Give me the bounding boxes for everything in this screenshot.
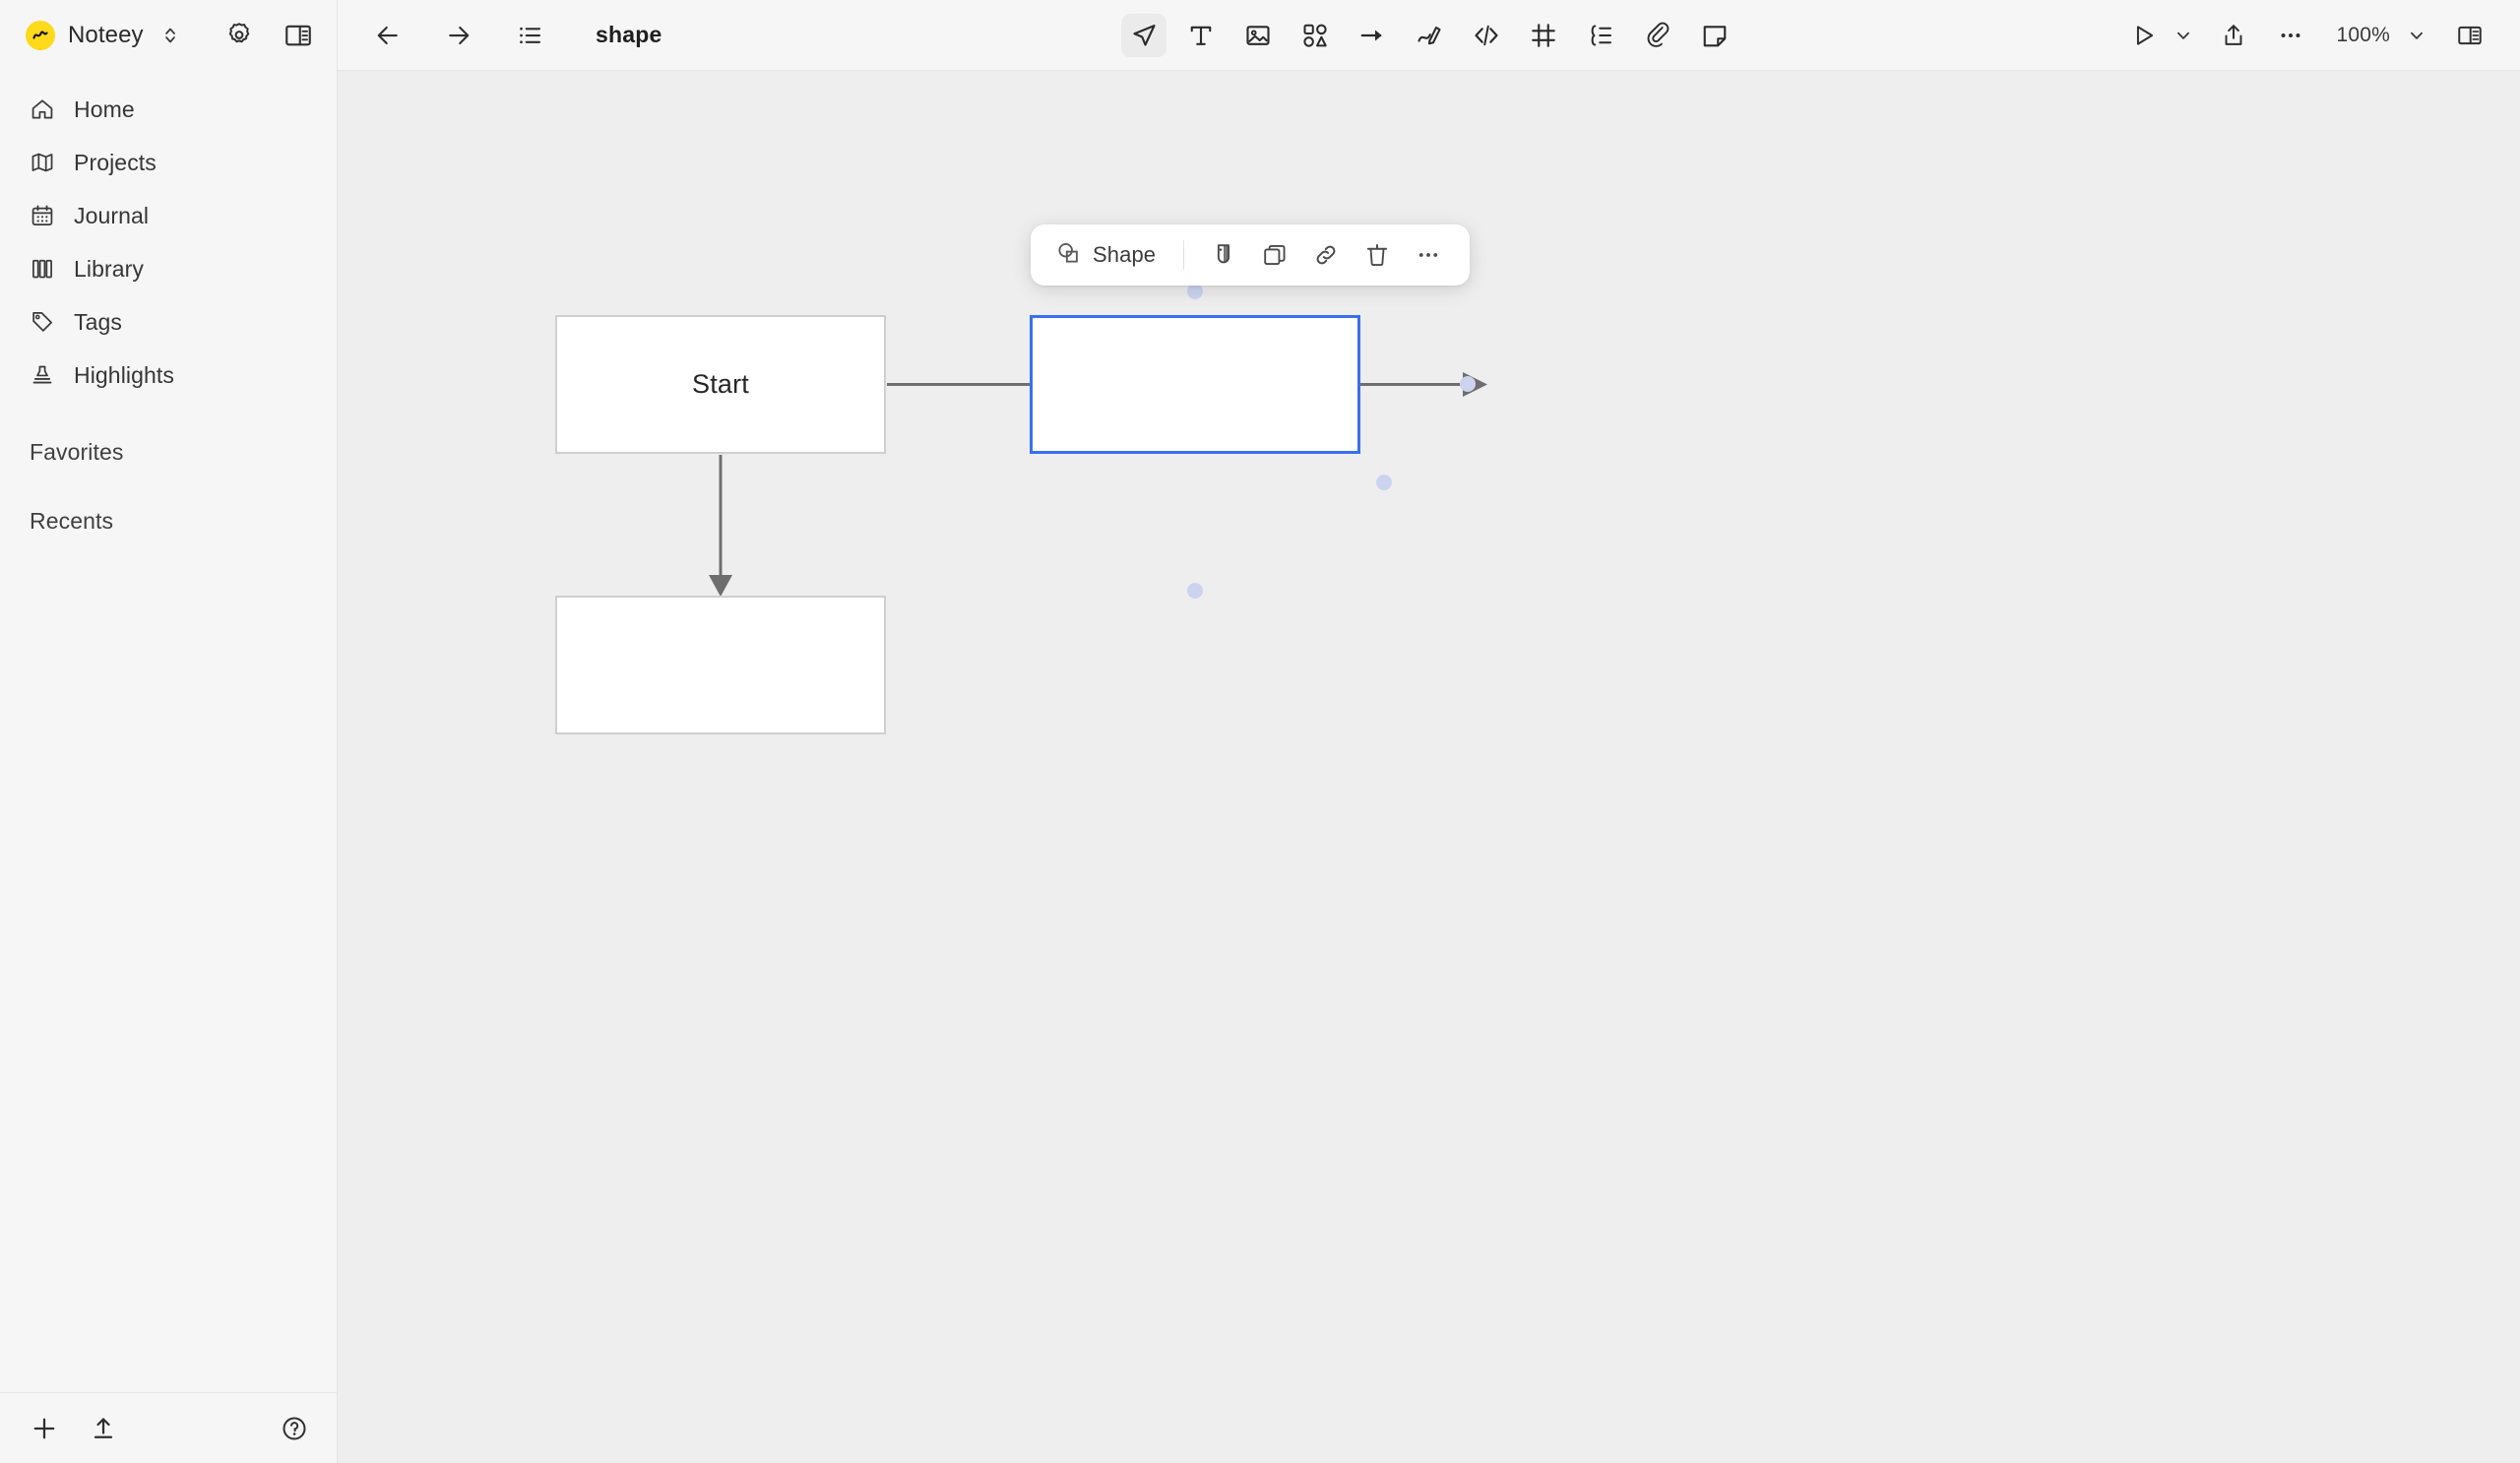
- home-icon: [30, 96, 55, 122]
- arrow-right-icon[interactable]: [436, 14, 481, 57]
- canvas-node-start[interactable]: Start: [555, 315, 886, 454]
- squiggle-logo-icon: [26, 21, 55, 50]
- connection-handle-left[interactable]: [1460, 376, 1476, 392]
- plus-icon[interactable]: [30, 1414, 59, 1443]
- tool-list[interactable]: [1578, 14, 1623, 57]
- tool-attachment[interactable]: [1635, 14, 1680, 57]
- sidebar-item-home[interactable]: Home: [0, 83, 337, 136]
- sidebar-item-label: Library: [74, 255, 145, 282]
- sidebar-section-favorites[interactable]: Favorites: [0, 425, 337, 478]
- main-area: shape 100% Start Shape: [338, 0, 2520, 1463]
- share-upload-icon[interactable]: [2208, 14, 2259, 57]
- import-upload-icon[interactable]: [89, 1414, 118, 1443]
- toolbar: shape 100%: [338, 0, 2520, 71]
- zoom-level-label: 100%: [2336, 23, 2390, 46]
- more-horizontal-icon[interactable]: [2265, 14, 2316, 57]
- sidebar-header: Noteey: [0, 0, 337, 71]
- tag-icon: [30, 309, 55, 335]
- sidebar-header-actions: [224, 21, 313, 50]
- tool-draw[interactable]: [1407, 14, 1452, 57]
- map-icon: [30, 150, 55, 175]
- canvas[interactable]: Start Shape: [338, 71, 2520, 1463]
- toolbar-right: 100%: [2121, 14, 2494, 57]
- sidebar-item-label: Journal: [74, 202, 150, 228]
- calendar-icon: [30, 203, 55, 228]
- sidebar-section-recents[interactable]: Recents: [0, 494, 337, 547]
- tool-arrow[interactable]: [1350, 14, 1395, 57]
- tool-frame[interactable]: [1521, 14, 1566, 57]
- help-circle-icon[interactable]: [280, 1414, 309, 1443]
- sidebar-item-journal[interactable]: Journal: [0, 189, 337, 242]
- sidebar-item-tags[interactable]: Tags: [0, 295, 337, 349]
- document-title[interactable]: shape: [596, 22, 662, 48]
- shape-type-button[interactable]: Shape: [1050, 233, 1167, 277]
- toolbar-divider: [1183, 240, 1185, 270]
- sidebar-item-label: Highlights: [74, 361, 174, 388]
- sidebar-item-label: Tags: [74, 308, 122, 335]
- style-palette-icon[interactable]: [1200, 232, 1247, 278]
- node-label: Start: [691, 369, 750, 399]
- tool-code[interactable]: [1464, 14, 1509, 57]
- connection-handle-bottom[interactable]: [1187, 583, 1203, 599]
- sidebar-item-projects[interactable]: Projects: [0, 136, 337, 189]
- tool-shapes[interactable]: [1292, 14, 1338, 57]
- canvas-node-selected[interactable]: [1030, 315, 1360, 454]
- sidebar-section-label: Recents: [30, 507, 114, 534]
- tool-image[interactable]: [1235, 14, 1281, 57]
- duplicate-icon[interactable]: [1251, 232, 1298, 278]
- sidebar-toggle-icon[interactable]: [284, 21, 313, 50]
- sidebar-item-highlights[interactable]: Highlights: [0, 349, 337, 402]
- shape-context-toolbar: Shape: [1031, 224, 1471, 286]
- tool-text[interactable]: [1178, 14, 1224, 57]
- tool-select[interactable]: [1120, 14, 1166, 57]
- trash-icon[interactable]: [1354, 232, 1401, 278]
- outline-list-icon[interactable]: [507, 14, 552, 57]
- zoom-level-display[interactable]: 100%: [2326, 14, 2400, 57]
- workspace-name: Noteey: [68, 22, 144, 48]
- connection-handle-right[interactable]: [1376, 475, 1392, 490]
- sidebar-nav: Home Projects Journal Library Tags Highl…: [0, 71, 337, 547]
- tool-palette: [1120, 0, 1737, 71]
- workspace-switcher[interactable]: Noteey: [26, 21, 178, 50]
- sidebar-footer: [0, 1392, 337, 1463]
- zoom-chevron-down-icon[interactable]: [2400, 14, 2433, 57]
- sidebar: Noteey Home Projects Journal Library Tag…: [0, 0, 338, 1463]
- app-root: Noteey Home Projects Journal Library Tag…: [0, 0, 2520, 1463]
- sidebar-section-label: Favorites: [30, 438, 124, 465]
- present-button[interactable]: [2121, 14, 2167, 57]
- canvas-node-third[interactable]: [555, 596, 886, 734]
- sidebar-item-library[interactable]: Library: [0, 242, 337, 295]
- connection-handle-top[interactable]: [1187, 284, 1203, 299]
- sidebar-item-label: Home: [74, 95, 135, 122]
- gear-icon[interactable]: [224, 21, 254, 50]
- more-options-icon[interactable]: [1405, 232, 1452, 278]
- shape-type-label: Shape: [1093, 242, 1157, 267]
- chevron-up-down-icon: [162, 25, 178, 46]
- present-chevron-down-icon[interactable]: [2167, 14, 2200, 57]
- sidebar-item-label: Projects: [74, 149, 157, 175]
- right-panel-toggle-icon[interactable]: [2445, 14, 2494, 57]
- highlighter-icon: [30, 362, 55, 388]
- arrow-left-icon[interactable]: [365, 14, 410, 57]
- shape-icon: [1054, 239, 1082, 272]
- tool-note[interactable]: [1692, 14, 1737, 57]
- toolbar-left: shape: [365, 14, 662, 57]
- link-icon[interactable]: [1302, 232, 1350, 278]
- books-icon: [30, 256, 55, 282]
